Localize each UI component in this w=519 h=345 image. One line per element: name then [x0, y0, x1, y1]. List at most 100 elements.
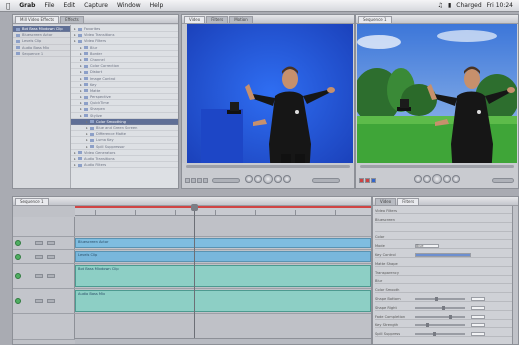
track-header-v2: [13, 237, 75, 249]
tab-browser-effects[interactable]: Effects: [60, 16, 84, 23]
filters-scrollbar[interactable]: [512, 206, 518, 344]
audio-clip[interactable]: Audio Bass Mix: [75, 290, 371, 312]
canvas-play-button[interactable]: [432, 174, 442, 184]
canvas-step-forward-button[interactable]: [443, 175, 451, 183]
play-button[interactable]: [263, 174, 273, 184]
step-forward-button[interactable]: [274, 175, 282, 183]
clip-label: Bluescreen Actor: [78, 240, 109, 244]
mark-out-button[interactable]: [191, 178, 196, 183]
effect-item-label: Perspective: [90, 95, 111, 100]
filter-param-row: Video Filters: [375, 208, 516, 214]
slider-thumb[interactable]: [442, 305, 445, 310]
track-a1: Bot Bass Mixdown Clip: [13, 264, 371, 289]
slider-thumb[interactable]: [435, 297, 438, 301]
filter-param-row: Key Strength: [375, 322, 516, 329]
timeline-clip[interactable]: Bluescreen Actor: [75, 238, 371, 248]
replace-edit-button[interactable]: [371, 178, 376, 183]
canvas-step-back-button[interactable]: [423, 175, 431, 183]
param-slider[interactable]: [415, 305, 465, 310]
param-slider[interactable]: [415, 323, 465, 328]
effect-item[interactable]: ▸ Audio Filters: [71, 162, 178, 169]
clip-label: Bot Bass Mixdown Clip: [78, 267, 119, 271]
audio-enable-toggle[interactable]: [15, 273, 21, 279]
slider-thumb[interactable]: [433, 332, 436, 337]
track-v1: Levels Clip: [13, 250, 371, 264]
menu-edit[interactable]: Edit: [63, 2, 75, 9]
viewer-video-bluescreen[interactable]: [187, 24, 353, 177]
param-value-field[interactable]: [471, 305, 485, 310]
track-target-toggle[interactable]: [47, 274, 55, 278]
overwrite-edit-button[interactable]: [365, 178, 370, 183]
slider-thumb[interactable]: [426, 323, 429, 328]
browser-panel: Mill Video Effects Effects Bot Bass Mixd…: [12, 14, 179, 189]
tab-timeline-sequence[interactable]: Sequence 1: [15, 198, 49, 205]
tab-inspector-filters[interactable]: Filters: [397, 198, 420, 205]
mark-in-button[interactable]: [185, 178, 190, 183]
tab-canvas-sequence[interactable]: Sequence 1: [358, 16, 392, 23]
apple-menu-icon[interactable]: : [6, 2, 10, 10]
viewer-shuttle[interactable]: [212, 178, 240, 183]
param-value-field[interactable]: [471, 323, 485, 328]
tab-viewer-video[interactable]: Video: [184, 16, 206, 23]
go-to-out-button[interactable]: [283, 175, 291, 183]
track-visibility-toggle[interactable]: [15, 253, 21, 260]
timeline-clip[interactable]: Levels Clip: [75, 251, 371, 262]
go-to-in-button[interactable]: [245, 175, 253, 183]
canvas-scrubber[interactable]: [360, 165, 514, 168]
track-target-toggle[interactable]: [47, 299, 55, 303]
bin-item-label: Sequence 1: [22, 51, 44, 56]
folder-icon: [84, 114, 88, 118]
match-frame-button[interactable]: [203, 178, 208, 183]
timeline-playhead[interactable]: [191, 204, 198, 344]
param-slider[interactable]: [415, 332, 465, 337]
canvas-go-to-out-button[interactable]: [452, 175, 460, 183]
canvas-video-composite[interactable]: [357, 24, 517, 177]
menu-clock[interactable]: Fri 10:24: [487, 2, 513, 9]
param-slider[interactable]: [415, 297, 465, 301]
track-lock-toggle[interactable]: [35, 241, 43, 245]
step-back-button[interactable]: [254, 175, 262, 183]
param-value-field[interactable]: [471, 332, 485, 337]
viewer-jog[interactable]: [312, 178, 340, 183]
menu-file[interactable]: File: [44, 2, 54, 9]
folder-icon: [78, 27, 82, 31]
menu-window[interactable]: Window: [117, 2, 141, 9]
folder-icon: [84, 95, 88, 99]
tab-viewer-motion[interactable]: Motion: [229, 16, 253, 23]
audio-clip[interactable]: Bot Bass Mixdown Clip: [75, 265, 371, 287]
track-visibility-toggle[interactable]: [15, 240, 21, 246]
effect-item-label: Favorites: [84, 27, 101, 31]
track-lock-toggle[interactable]: [35, 299, 43, 303]
param-value-field[interactable]: [471, 297, 485, 301]
param-label: Key Control: [375, 253, 396, 257]
key-control-popup[interactable]: [415, 253, 471, 257]
menu-app-name[interactable]: Grab: [19, 2, 35, 9]
viewer-scrubber[interactable]: [186, 165, 350, 168]
param-slider[interactable]: [415, 314, 465, 319]
insert-edit-button[interactable]: [359, 178, 364, 183]
tab-viewer-filters[interactable]: Filters: [206, 16, 229, 23]
filter-param-row: Matte Shape: [375, 261, 516, 267]
folder-icon: [90, 138, 94, 142]
param-value-field[interactable]: [471, 314, 485, 319]
volume-icon[interactable]: ♫: [438, 2, 443, 9]
tab-inspector-video[interactable]: Video: [375, 198, 397, 205]
menu-help[interactable]: Help: [150, 2, 164, 9]
bin-item[interactable]: Sequence 1: [13, 51, 70, 57]
menu-capture[interactable]: Capture: [84, 2, 108, 9]
track-target-toggle[interactable]: [47, 241, 55, 245]
canvas-jog[interactable]: [492, 178, 514, 183]
clip-icon: [16, 27, 20, 31]
slider-thumb[interactable]: [449, 314, 452, 319]
battery-icon[interactable]: ▮: [448, 2, 451, 9]
canvas-go-to-in-button[interactable]: [414, 175, 422, 183]
add-marker-button[interactable]: [197, 178, 202, 183]
track-target-toggle[interactable]: [47, 254, 55, 259]
mode-popup[interactable]: Blue: [415, 244, 439, 249]
tab-browser-project[interactable]: Mill Video Effects: [15, 16, 60, 23]
param-label: Blur: [375, 279, 383, 284]
timeline-scrollbar[interactable]: [75, 338, 371, 344]
track-lock-toggle[interactable]: [35, 254, 43, 259]
track-lock-toggle[interactable]: [35, 274, 43, 278]
audio-enable-toggle[interactable]: [15, 298, 21, 304]
